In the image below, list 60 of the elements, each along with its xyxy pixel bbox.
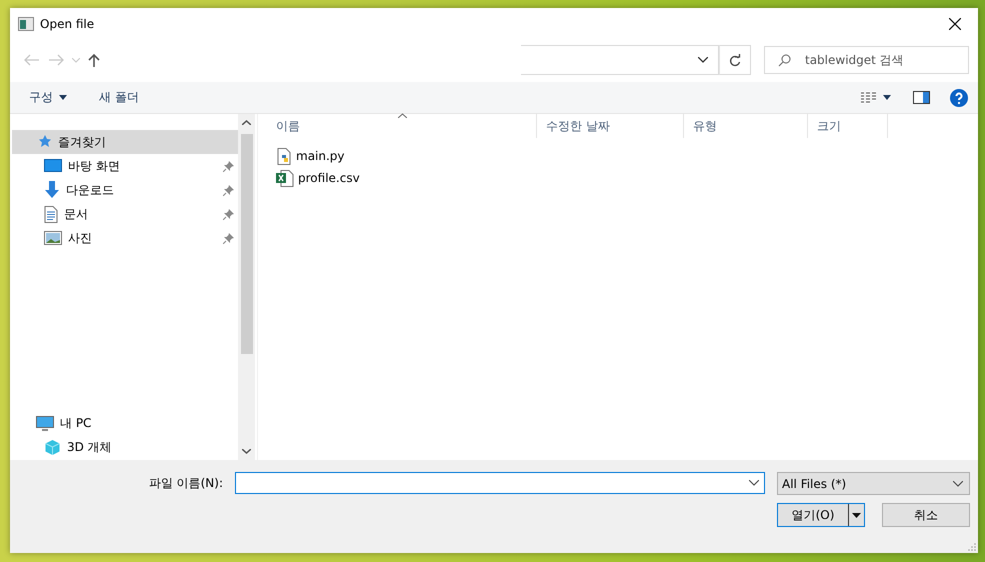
sidebar-item[interactable]: 내 PC	[12, 412, 238, 436]
picture-icon	[44, 231, 62, 246]
caret-icon	[883, 95, 891, 100]
column-header[interactable]: 수정한 날짜	[537, 114, 684, 138]
app-window-icon	[18, 17, 34, 31]
file-type-dropdown[interactable]: All Files (*)	[777, 472, 970, 495]
document-icon	[44, 206, 58, 223]
cancel-button[interactable]: 취소	[882, 503, 970, 527]
monitor-icon	[44, 159, 62, 174]
spreadsheet-file-icon	[276, 170, 294, 186]
sidebar-item[interactable]: 다운로드	[12, 178, 238, 202]
help-icon	[950, 88, 968, 106]
chevron-up-icon	[242, 120, 251, 125]
sidebar-item[interactable]: 3D 개체	[12, 436, 238, 460]
cube-icon	[44, 439, 61, 456]
down-arrow-icon	[44, 181, 60, 200]
python-file-icon	[276, 148, 292, 164]
chevron-down-icon	[72, 58, 80, 62]
chevron-down-icon[interactable]	[749, 480, 759, 486]
pin-icon	[223, 184, 234, 196]
pane-icon	[913, 91, 930, 104]
computer-icon	[36, 416, 54, 432]
list-view-icon	[861, 92, 877, 104]
search-icon	[778, 54, 791, 67]
up-arrow-icon	[88, 53, 100, 67]
pin-icon	[223, 232, 234, 244]
left-arrow-icon	[24, 54, 40, 66]
chevron-down-icon	[242, 449, 251, 454]
refresh-icon	[729, 54, 741, 66]
chevron-down-icon	[953, 480, 963, 486]
sidebar-item[interactable]: 바탕 화면	[12, 154, 238, 178]
column-header[interactable]: 크기	[808, 114, 888, 138]
chevron-down-icon	[698, 57, 708, 63]
caret-icon	[852, 512, 861, 518]
pin-icon	[223, 160, 234, 172]
file-item[interactable]: main.py	[258, 145, 516, 167]
caret-icon	[59, 95, 67, 100]
new-folder-button[interactable]: 새 폴더	[99, 89, 139, 106]
help-button[interactable]	[950, 88, 968, 106]
file-item[interactable]: profile.csv	[258, 167, 516, 189]
organize-menu-button[interactable]: 구성	[29, 89, 67, 106]
resize-grip-icon[interactable]	[968, 543, 976, 551]
sidebar-item[interactable]: 문서	[12, 202, 238, 226]
column-header[interactable]: 유형	[684, 114, 808, 138]
view-options-button[interactable]	[861, 92, 891, 104]
file-name-label: 파일 이름(N):	[148, 475, 223, 492]
file-name-field[interactable]	[235, 472, 765, 494]
right-arrow-icon	[48, 54, 64, 66]
window-title: Open file	[40, 17, 96, 31]
search-field[interactable]: tablewidget 검색	[764, 46, 969, 74]
open-button[interactable]: 열기(O)	[777, 503, 865, 527]
scrollbar-thumb[interactable]	[240, 134, 252, 354]
sort-up-icon	[398, 113, 406, 118]
pin-icon	[223, 208, 234, 220]
refresh-button[interactable]	[719, 45, 751, 75]
sidebar-item[interactable]: 사진	[12, 226, 238, 250]
close-icon	[949, 18, 961, 30]
sidebar-item[interactable]: 즐겨찾기	[12, 130, 238, 154]
column-header[interactable]: 이름	[267, 114, 537, 138]
preview-pane-button[interactable]	[913, 91, 930, 104]
